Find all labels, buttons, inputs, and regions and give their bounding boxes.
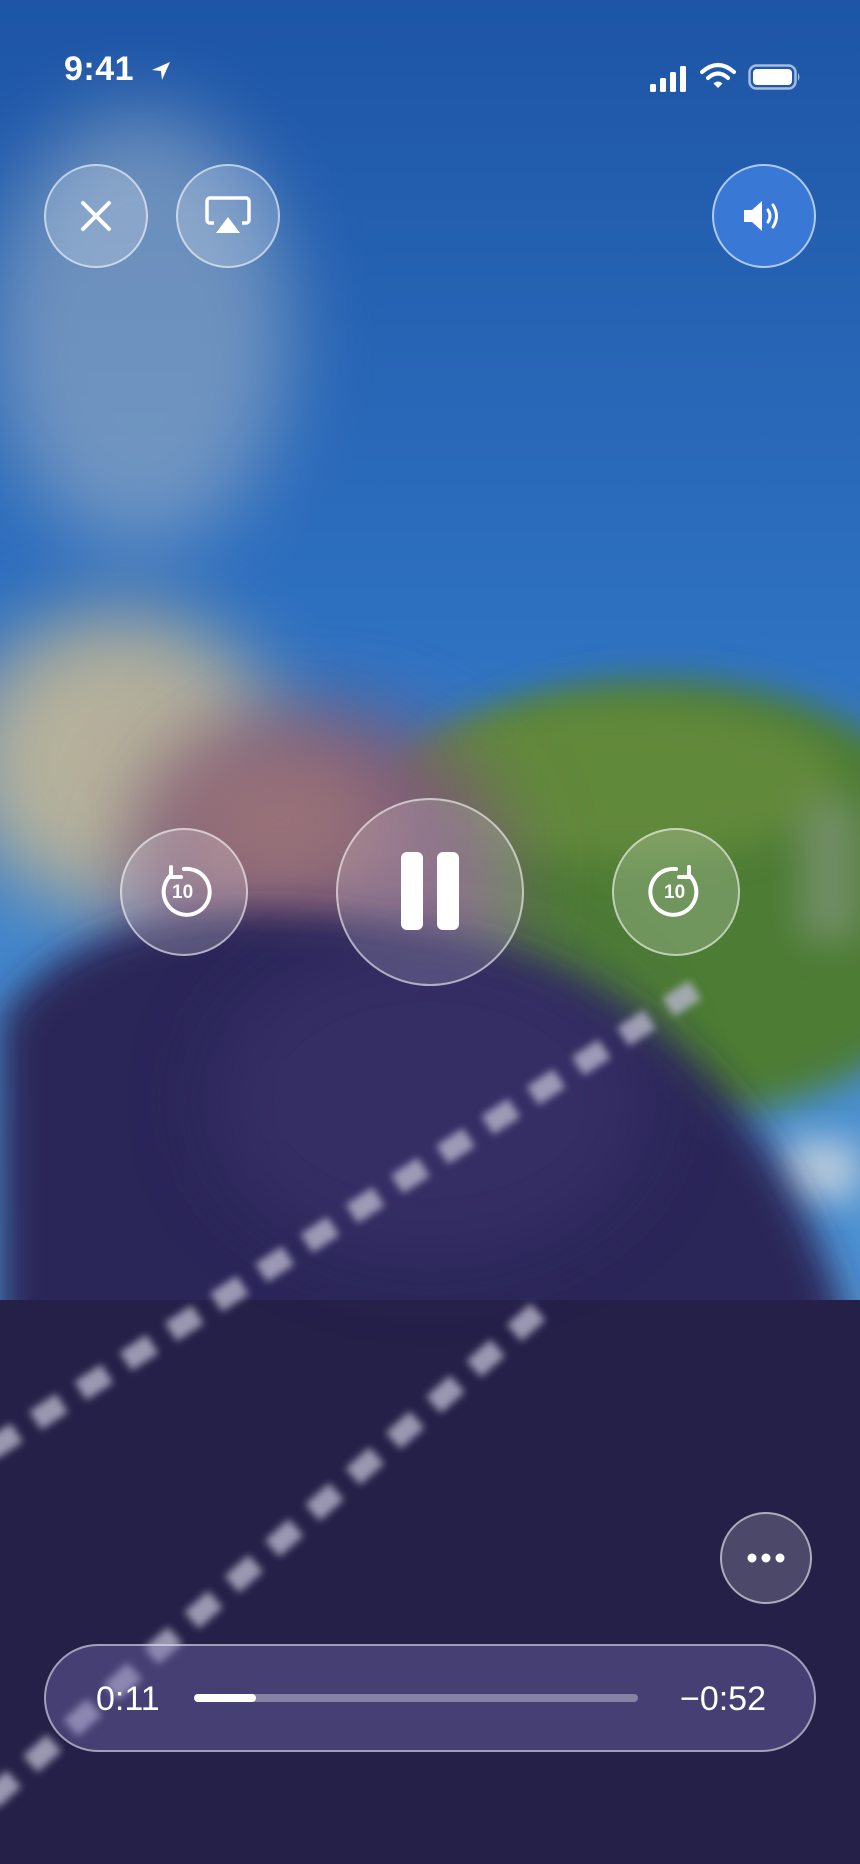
- more-options-button[interactable]: [720, 1512, 812, 1604]
- speaker-icon: [744, 201, 778, 231]
- playback-scrubber: 0:11 −0:52: [44, 1644, 816, 1752]
- skip-back-label: 10: [172, 882, 194, 903]
- wifi-icon: [700, 63, 736, 88]
- close-button[interactable]: [44, 164, 148, 268]
- ellipsis-icon: [747, 1553, 785, 1563]
- status-time: 9:41: [64, 50, 135, 88]
- close-icon: [81, 201, 111, 231]
- skip-forward-label: 10: [664, 882, 686, 903]
- airplay-button[interactable]: [176, 164, 280, 268]
- battery-icon: [748, 64, 800, 90]
- elapsed-time: 0:11: [96, 1680, 160, 1718]
- airplay-icon: [205, 196, 251, 233]
- progress-track[interactable]: [194, 1694, 638, 1702]
- pause-button[interactable]: [336, 798, 524, 986]
- location-arrow-icon: [152, 62, 170, 80]
- remaining-time: −0:52: [679, 1680, 766, 1718]
- volume-button[interactable]: [712, 164, 816, 268]
- cellular-signal-icon: [650, 66, 686, 92]
- pause-icon: [401, 852, 423, 930]
- pause-icon: [437, 852, 459, 930]
- progress-fill: [194, 1694, 257, 1702]
